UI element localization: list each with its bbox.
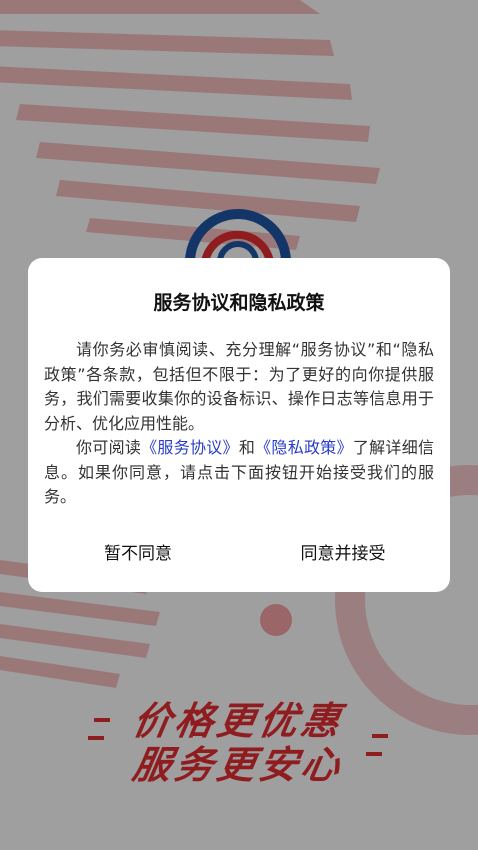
- agreement-paragraph: 请你务必审慎阅读、充分理解“服务协议”和“隐私政策”各条款，包括但不限于：为了更…: [44, 340, 434, 433]
- agreement-paragraph-links: 你可阅读《服务协议》和《隐私政策》了解详细信息。如果你同意，请点击下面按钮开始接…: [44, 436, 434, 510]
- dialog-title: 服务协议和隐私政策: [153, 292, 325, 314]
- read-prefix-text: 你可阅读: [76, 438, 142, 457]
- service-agreement-link[interactable]: 《服务协议》: [141, 438, 239, 457]
- agree-and-accept-button[interactable]: 同意并接受: [268, 534, 418, 574]
- privacy-agreement-dialog: 服务协议和隐私政策 请你务必审慎阅读、充分理解“服务协议”和“隐私政策”各条款，…: [28, 258, 450, 592]
- dialog-body: 请你务必审慎阅读、充分理解“服务协议”和“隐私政策”各条款，包括但不限于：为了更…: [44, 338, 434, 510]
- and-text: 和: [238, 438, 256, 457]
- disagree-button[interactable]: 暂不同意: [68, 534, 208, 574]
- privacy-policy-link[interactable]: 《隐私政策》: [255, 438, 353, 457]
